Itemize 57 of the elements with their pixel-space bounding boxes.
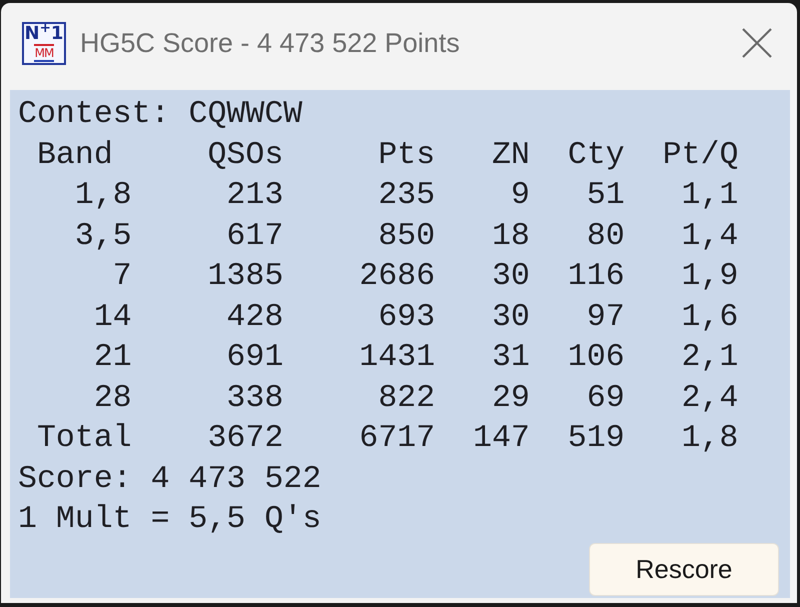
table-cell-text: 31 — [490, 339, 530, 377]
table-cell-text: 519 — [566, 420, 625, 458]
close-icon — [742, 28, 772, 58]
logo-text: MM — [34, 44, 54, 62]
table-cell-text: 147 — [472, 420, 530, 458]
column-header: ZN — [490, 136, 530, 174]
column-header: Pts — [377, 136, 436, 174]
table-cell-text: 30 — [490, 298, 530, 336]
table-cell-text: 69 — [586, 380, 625, 418]
table-cell-text: 617 — [226, 218, 284, 256]
table-cell-text: 21 — [92, 339, 132, 377]
table-cell-text: 18 — [490, 218, 530, 256]
table-cell-text: 14 — [92, 298, 132, 336]
contest-label: Contest: CQWWCW — [18, 96, 302, 134]
summary-line: 1 Mult = 5,5 Q's — [18, 501, 322, 539]
table-cell-text: 850 — [377, 218, 436, 256]
table-cell-text: 51 — [586, 177, 625, 215]
table-cell-text: 29 — [490, 380, 530, 418]
column-header: QSOs — [206, 136, 284, 174]
table-cell-text: 2,4 — [680, 380, 738, 418]
table-cell-text: 235 — [377, 177, 436, 215]
table-cell-text: 338 — [226, 380, 284, 418]
table-cell-text: 9 — [510, 177, 530, 215]
close-button[interactable] — [741, 27, 773, 59]
table-cell-text: 1,4 — [680, 218, 738, 256]
table-cell-text: 3672 — [206, 420, 284, 458]
logo-text: N$^{+}$1 — [24, 24, 64, 44]
column-header: Pt/Q — [662, 136, 738, 174]
window-title: HG5C Score - 4 473 522 Points — [80, 26, 460, 60]
table-cell-text: 7 — [112, 258, 132, 296]
table-cell-text: 822 — [377, 380, 436, 418]
table-cell-text: 1,8 — [74, 177, 132, 215]
column-header: Band — [36, 136, 114, 174]
table-cell-text: 2686 — [358, 258, 436, 296]
table-cell-text: 693 — [377, 298, 436, 336]
table-cell-text: Total — [36, 420, 132, 458]
table-cell-text: 1431 — [358, 339, 436, 377]
table-cell-text: 428 — [226, 298, 284, 336]
table-cell-text: 28 — [92, 380, 132, 418]
table-cell-text: 106 — [566, 339, 625, 377]
table-cell-text: 1,8 — [680, 420, 738, 458]
table-cell-text: 116 — [566, 258, 625, 296]
table-cell-text: 80 — [586, 218, 625, 256]
table-cell-text: 1385 — [206, 258, 284, 296]
table-cell-text: 1,9 — [680, 258, 738, 296]
summary-line: Score: 4 473 522 — [18, 460, 322, 498]
table-cell-text: 97 — [586, 298, 625, 336]
table-cell-text: 691 — [226, 339, 284, 377]
table-cell-text: 2,1 — [680, 339, 738, 377]
table-cell-text: 213 — [226, 177, 284, 215]
table-cell-text: 1,6 — [680, 298, 738, 336]
table-cell-text: 6717 — [358, 420, 436, 458]
column-header: Cty — [566, 136, 625, 174]
table-cell-text: 1,1 — [680, 177, 738, 215]
table-cell-text: 3,5 — [74, 218, 132, 256]
rescore-button[interactable]: Rescore — [589, 543, 779, 596]
table-cell-text: 30 — [490, 258, 530, 296]
